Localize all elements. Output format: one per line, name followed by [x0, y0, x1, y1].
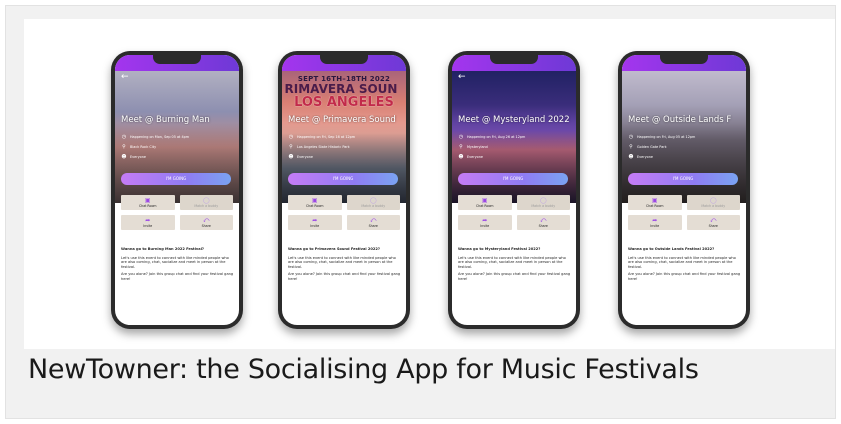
location-pin-icon: ⚲	[122, 144, 126, 150]
description-paragraph: Are you alone? Join this group chat and …	[288, 272, 401, 281]
event-location-row: ⚲ Black Rock City	[122, 144, 157, 150]
description-paragraph: Are you alone? Join this group chat and …	[121, 272, 234, 281]
location-pin-icon: ⚲	[459, 144, 463, 150]
event-audience-row: ☻ Everyone	[288, 154, 313, 160]
description-paragraph: Let's use this event to connect with lik…	[121, 255, 229, 269]
phone-notch	[490, 55, 538, 64]
match-buddy-button[interactable]: ◯ Match a buddy	[516, 195, 570, 210]
event-description: Wanna go to Mysteryland Festival 2022? L…	[458, 247, 572, 285]
showcase-caption: NewTowner: the Socialising App for Music…	[28, 354, 699, 385]
event-screen: Meet @ Outside Lands F ◷ Happening on Fri…	[622, 55, 746, 325]
event-location-row: ⚲ Mysteryland	[459, 144, 488, 150]
poster-city: LOS ANGELES	[294, 95, 394, 110]
back-arrow-icon[interactable]: ←	[458, 73, 466, 82]
phone-notch	[320, 55, 368, 64]
clock-icon: ◷	[628, 134, 634, 140]
people-icon: ☻	[628, 154, 634, 160]
people-icon: ☻	[458, 154, 464, 160]
event-title: Meet @ Burning Man	[121, 115, 210, 125]
event-question: Wanna go to Mysteryland Festival 2022?	[458, 247, 541, 251]
phone-mockup: ← Meet @ Burning Man ◷ Happening on Mon, …	[111, 51, 243, 329]
location-pin-icon: ⚲	[289, 144, 293, 150]
event-description: Wanna go to Primavera Sound Festival 202…	[288, 247, 402, 285]
share-button[interactable]: ⤺ Share	[686, 215, 740, 230]
event-title: Meet @ Mysteryland 2022	[458, 115, 570, 125]
phone-mockup: Meet @ Outside Lands F ◷ Happening on Fri…	[618, 51, 750, 329]
share-button[interactable]: ⤺ Share	[346, 215, 400, 230]
im-going-button[interactable]: I'M GOING	[288, 173, 398, 185]
invite-button[interactable]: ➦ Invite	[288, 215, 342, 230]
clock-icon: ◷	[458, 134, 464, 140]
event-audience-row: ☻ Everyone	[121, 154, 146, 160]
share-button[interactable]: ⤺ Share	[516, 215, 570, 230]
event-date-row: ◷ Happening on Fri, Aug 05 at 12pm	[628, 134, 696, 140]
event-date-row: ◷ Happening on Mon, Sep 05 at 4pm	[121, 134, 190, 140]
share-button[interactable]: ⤺ Share	[179, 215, 233, 230]
description-paragraph: Let's use this event to connect with lik…	[628, 255, 736, 269]
action-grid: ▣ Chat Room ◯ Match a buddy ➦ Invite ⤺ Share	[628, 195, 740, 230]
event-question: Wanna go to Burning Man 2022 Festival?	[121, 247, 205, 251]
chat-room-button[interactable]: ▣ Chat Room	[628, 195, 682, 210]
event-location-row: ⚲ Golden Gate Park	[629, 144, 667, 150]
event-description: Wanna go to Burning Man 2022 Festival? L…	[121, 247, 235, 285]
match-buddy-button[interactable]: ◯ Match a buddy	[346, 195, 400, 210]
action-grid: ▣ Chat Room ◯ Match a buddy ➦ Invite ⤺ Share	[458, 195, 570, 230]
event-audience-row: ☻ Everyone	[458, 154, 483, 160]
action-grid: ▣ Chat Room ◯ Match a buddy ➦ Invite ⤺ Share	[121, 195, 233, 230]
invite-button[interactable]: ➦ Invite	[121, 215, 175, 230]
match-buddy-button[interactable]: ◯ Match a buddy	[686, 195, 740, 210]
showcase-card: ← Meet @ Burning Man ◷ Happening on Mon, …	[5, 5, 836, 419]
event-title: Meet @ Outside Lands F	[628, 115, 732, 125]
event-screen: SEPT 16TH–18TH 2022 RIMAVERA SOUN LOS AN…	[282, 55, 406, 325]
festival-poster-text: SEPT 16TH–18TH 2022 RIMAVERA SOUN LOS AN…	[282, 75, 406, 110]
description-paragraph: Let's use this event to connect with lik…	[458, 255, 566, 269]
clock-icon: ◷	[288, 134, 294, 140]
chat-room-button[interactable]: ▣ Chat Room	[121, 195, 175, 210]
event-title: Meet @ Primavera Sound	[288, 115, 396, 125]
poster-headline: RIMAVERA SOUN	[284, 82, 398, 96]
chat-room-button[interactable]: ▣ Chat Room	[288, 195, 342, 210]
event-screen: ← Meet @ Burning Man ◷ Happening on Mon, …	[115, 55, 239, 325]
invite-button[interactable]: ➦ Invite	[628, 215, 682, 230]
phone-notch	[153, 55, 201, 64]
action-grid: ▣ Chat Room ◯ Match a buddy ➦ Invite ⤺ Share	[288, 195, 400, 230]
event-screen: ← Meet @ Mysteryland 2022 ◷ Happening on …	[452, 55, 576, 325]
match-buddy-button[interactable]: ◯ Match a buddy	[179, 195, 233, 210]
phone-gallery: ← Meet @ Burning Man ◷ Happening on Mon, …	[24, 19, 835, 349]
im-going-button[interactable]: I'M GOING	[121, 173, 231, 185]
event-location-row: ⚲ Los Angeles State Historic Park	[289, 144, 350, 150]
event-date-row: ◷ Happening on Fri, Aug 26 at 12pm	[458, 134, 526, 140]
phone-notch	[660, 55, 708, 64]
invite-button[interactable]: ➦ Invite	[458, 215, 512, 230]
im-going-button[interactable]: I'M GOING	[458, 173, 568, 185]
phone-mockup: SEPT 16TH–18TH 2022 RIMAVERA SOUN LOS AN…	[278, 51, 410, 329]
event-date-row: ◷ Happening on Fri, Sep 16 at 12pm	[288, 134, 356, 140]
back-arrow-icon[interactable]: ←	[121, 73, 129, 82]
description-paragraph: Are you alone? Join this group chat and …	[458, 272, 571, 281]
clock-icon: ◷	[121, 134, 127, 140]
event-question: Wanna go to Outside Lands Festival 2022?	[628, 247, 715, 251]
event-question: Wanna go to Primavera Sound Festival 202…	[288, 247, 380, 251]
chat-room-button[interactable]: ▣ Chat Room	[458, 195, 512, 210]
im-going-button[interactable]: I'M GOING	[628, 173, 738, 185]
description-paragraph: Are you alone? Join this group chat and …	[628, 272, 741, 281]
event-description: Wanna go to Outside Lands Festival 2022?…	[628, 247, 742, 285]
location-pin-icon: ⚲	[629, 144, 633, 150]
event-audience-row: ☻ Everyone	[628, 154, 653, 160]
people-icon: ☻	[288, 154, 294, 160]
description-paragraph: Let's use this event to connect with lik…	[288, 255, 396, 269]
phone-mockup: ← Meet @ Mysteryland 2022 ◷ Happening on …	[448, 51, 580, 329]
people-icon: ☻	[121, 154, 127, 160]
